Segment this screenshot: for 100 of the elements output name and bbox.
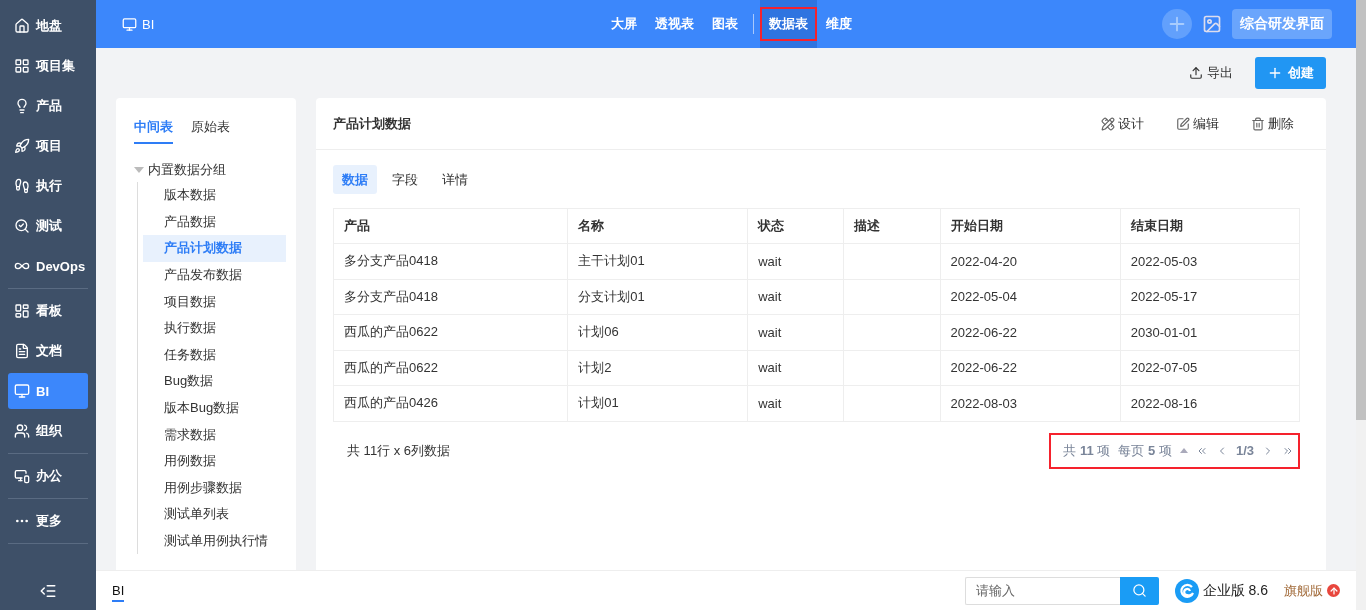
search-field[interactable]: 请输入 — [964, 576, 1120, 605]
board-icon — [14, 303, 30, 319]
upgrade-link[interactable]: 旗舰版 — [1284, 581, 1340, 600]
version-label: 企业版 8.6 — [1202, 581, 1268, 600]
table-cell: 2022-07-05 — [1120, 350, 1300, 386]
upload-icon — [1189, 66, 1203, 80]
table-cell: 2022-06-22 — [940, 350, 1121, 386]
trash-icon — [1251, 116, 1265, 131]
tree-item[interactable]: 产品发布数据 — [143, 261, 286, 289]
table-cell: 多分支产品0418 — [333, 243, 568, 279]
sidebar-item[interactable]: 项目集 — [8, 48, 88, 84]
table-cell: 2022-08-03 — [940, 385, 1121, 421]
scrollbar-thumb[interactable] — [1356, 0, 1366, 420]
column-header: 名称 — [567, 208, 748, 244]
swirl-logo-icon — [1174, 578, 1199, 603]
tree-item[interactable]: 测试单列表 — [143, 501, 286, 528]
row-count: 共 11行 x 6列数据 — [347, 441, 451, 460]
nav-tab[interactable]: 数据表 — [760, 0, 817, 48]
table-cell: wait — [747, 314, 844, 350]
ruler-pencil-icon — [1101, 116, 1115, 131]
table-cell: 计划06 — [567, 314, 748, 350]
sidebar-item[interactable]: 执行 — [8, 168, 88, 204]
table-cell: 计划01 — [567, 385, 748, 421]
tree-item[interactable]: 项目数据 — [143, 288, 286, 315]
table-cell: wait — [747, 385, 844, 421]
grid-icon — [14, 58, 30, 74]
sidebar-item[interactable]: DevOps — [8, 248, 88, 284]
card-title: 产品计划数据 — [333, 114, 412, 133]
table-cell: 2022-08-16 — [1120, 385, 1300, 421]
table-cell: 2022-04-20 — [940, 243, 1121, 279]
action-button[interactable]: 编辑 — [1170, 113, 1225, 134]
monitor-icon — [14, 383, 30, 399]
table-cell: wait — [747, 350, 844, 386]
table-cell: 计划2 — [567, 350, 748, 386]
page-size-select[interactable]: 每页 5 项 — [1118, 441, 1172, 460]
sidebar-item[interactable]: 看板 — [8, 293, 88, 329]
users-icon — [14, 423, 30, 439]
sidebar-item[interactable]: 项目 — [8, 128, 88, 164]
home-icon — [14, 18, 30, 34]
content-tab[interactable]: 详情 — [433, 165, 477, 194]
tree-item[interactable]: 版本Bug数据 — [143, 394, 286, 422]
tree-item[interactable]: 执行数据 — [143, 314, 286, 342]
screen-icon — [14, 468, 30, 484]
sidebar-item[interactable]: 更多 — [8, 503, 88, 539]
magnifier-icon — [14, 218, 30, 234]
collapse-icon[interactable] — [39, 582, 57, 600]
tree-item[interactable]: 测试单用例执行情 — [143, 527, 286, 555]
panel-tab[interactable]: 原始表 — [191, 118, 230, 144]
table-cell: 分支计划01 — [567, 279, 748, 315]
table-cell: 2022-05-04 — [940, 279, 1121, 315]
total-count: 共 11 项 — [1063, 441, 1111, 460]
table-cell: 西瓜的产品0622 — [333, 350, 568, 386]
column-header: 产品 — [333, 208, 568, 244]
caret-icon — [1179, 448, 1188, 453]
sidebar-item[interactable]: 文档 — [8, 333, 88, 369]
table-cell: 2030-01-01 — [1120, 314, 1300, 350]
tree-item[interactable]: 产品数据 — [143, 208, 286, 236]
page-number: 1/3 — [1235, 443, 1254, 458]
highlight-frame — [760, 7, 817, 41]
table-cell: 2022-06-22 — [940, 314, 1121, 350]
table-cell: 2022-05-03 — [1120, 243, 1300, 279]
table-cell: 多分支产品0418 — [333, 279, 568, 315]
action-button[interactable]: 设计 — [1095, 113, 1150, 134]
panel-tab[interactable]: 中间表 — [134, 118, 173, 144]
edit-icon — [1176, 116, 1190, 131]
column-header: 描述 — [843, 208, 941, 244]
sidebar-item[interactable]: 测试 — [8, 208, 88, 244]
tree-item[interactable]: 任务数据 — [143, 341, 286, 369]
content-tab[interactable]: 字段 — [383, 165, 427, 194]
column-header: 结束日期 — [1120, 208, 1300, 244]
tree-item[interactable]: Bug数据 — [143, 368, 286, 395]
bottom-tab[interactable]: BI — [112, 579, 125, 602]
table-cell: 西瓜的产品0622 — [333, 314, 568, 350]
column-header: 开始日期 — [940, 208, 1121, 244]
column-header: 状态 — [747, 208, 844, 244]
tree-item[interactable]: 用例数据 — [143, 447, 286, 475]
image-icon — [1202, 14, 1222, 34]
add-button[interactable] — [1162, 9, 1192, 39]
tree-item[interactable]: 用例步骤数据 — [143, 474, 286, 502]
search-icon — [1131, 583, 1147, 598]
sidebar-item[interactable]: 产品 — [8, 88, 88, 124]
tree-item[interactable]: 版本数据 — [143, 182, 286, 209]
table-cell: 2022-05-17 — [1120, 279, 1300, 315]
plus-icon — [1267, 65, 1283, 81]
table-cell: 主干计划01 — [567, 243, 748, 279]
sidebar-item[interactable]: 地盘 — [8, 8, 88, 44]
monitor-icon — [122, 16, 137, 32]
search-button[interactable] — [1119, 576, 1159, 605]
table-cell: wait — [747, 243, 844, 279]
tree-item[interactable]: 需求数据 — [143, 421, 286, 448]
lightbulb-icon — [14, 98, 30, 114]
sidebar-item[interactable]: 组织 — [8, 413, 88, 449]
sidebar-item[interactable]: 办公 — [8, 458, 88, 494]
table-cell: 西瓜的产品0426 — [333, 385, 568, 421]
action-button[interactable]: 删除 — [1245, 113, 1300, 134]
export-button[interactable]: 导出 — [1183, 63, 1239, 83]
document-icon — [14, 343, 30, 359]
app-title: BI — [142, 16, 155, 32]
rocket-icon — [14, 138, 30, 154]
tree-group[interactable]: 内置数据分组 — [134, 158, 286, 182]
